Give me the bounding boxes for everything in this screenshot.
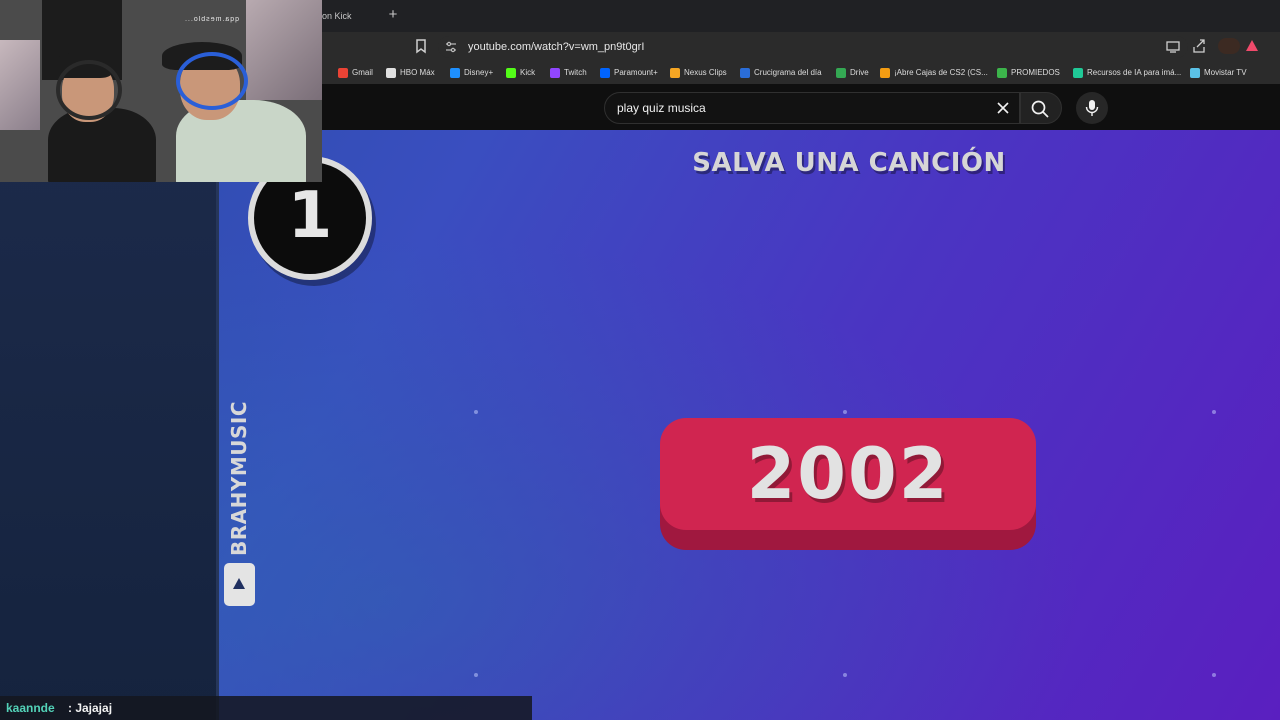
microphone-icon[interactable] [1084, 99, 1100, 117]
video-player[interactable] [0, 130, 1280, 720]
play-triangle-icon [233, 578, 245, 589]
bookmark-label: Crucigrama del día [754, 68, 822, 77]
bookmark-label: Gmail [352, 68, 373, 77]
disney-icon [450, 68, 460, 78]
webcam-overlay: qqa.mesblo... [0, 0, 322, 182]
video-headline: SALVA UNA CANCIÓN [692, 148, 1006, 178]
person-right-headset [176, 52, 248, 110]
brave-shield-icon[interactable] [1218, 38, 1240, 54]
bookmark-label: Movistar TV [1204, 68, 1247, 77]
chat-message: : Jajajaj [68, 701, 113, 715]
nexus-icon [670, 68, 680, 78]
bookmark-crucigrama-del-d-a[interactable]: Crucigrama del día [740, 65, 822, 81]
search-query-text[interactable]: play quiz musica [617, 100, 706, 116]
particle-dot [1212, 673, 1216, 677]
particle-dot [843, 410, 847, 414]
bookmark-paramount[interactable]: Paramount+ [600, 65, 658, 81]
bookmark-label: Drive [850, 68, 869, 77]
year-text: 2002 [746, 433, 950, 515]
bookmark-label: Twitch [564, 68, 587, 77]
ai-icon [1073, 68, 1083, 78]
channel-watermark: BRAHYMUSIC [227, 400, 251, 556]
gmail-icon [338, 68, 348, 78]
video-side-panel [0, 130, 219, 720]
bookmark-drive[interactable]: Drive [836, 65, 869, 81]
cast-icon[interactable] [1165, 38, 1181, 54]
drive-icon [836, 68, 846, 78]
clear-search-icon[interactable] [994, 99, 1012, 117]
movistar-icon [1190, 68, 1200, 78]
bookmark-label: HBO Máx [400, 68, 435, 77]
twitch-icon [550, 68, 560, 78]
bookmark-abre-cajas-de-cs2-cs[interactable]: ¡Abre Cajas de CS2 (CS... [880, 65, 988, 81]
bookmark-kick[interactable]: Kick [506, 65, 535, 81]
bookmark-label: Nexus Clips [684, 68, 727, 77]
bookmark-movistar-tv[interactable]: Movistar TV [1190, 65, 1247, 81]
bookmark-recursos-de-ia-para-im[interactable]: Recursos de IA para imá... [1073, 65, 1181, 81]
bookmark-nexus-clips[interactable]: Nexus Clips [670, 65, 727, 81]
bookmark-gmail[interactable]: Gmail [338, 65, 373, 81]
share-icon[interactable] [1191, 38, 1207, 54]
crossword-icon [740, 68, 750, 78]
bookmark-icon[interactable] [414, 38, 428, 54]
paramount-icon [600, 68, 610, 78]
particle-dot [1212, 410, 1216, 414]
bookmark-label: ¡Abre Cajas de CS2 (CS... [894, 68, 988, 77]
bookmark-label: Kick [520, 68, 536, 77]
screen: on Kick + youtube.com/watch?v=wm_pn9t0gr… [0, 0, 1280, 720]
person-left-headset [56, 60, 122, 120]
bookmark-label: Recursos de IA para imá... [1087, 68, 1182, 77]
webcam-poster [246, 0, 322, 100]
bookmark-label: PROMIEDOS [1011, 68, 1060, 77]
bookmark-label: Disney+ [464, 68, 494, 77]
webcam-wall-text: qqa.mesblo... [184, 16, 240, 23]
bookmark-disney[interactable]: Disney+ [450, 65, 493, 81]
particle-dot [474, 410, 478, 414]
bookmark-twitch[interactable]: Twitch [550, 65, 587, 81]
kick-icon [506, 68, 516, 78]
browser-tab[interactable]: on Kick [322, 6, 352, 26]
new-tab-button[interactable]: + [386, 5, 400, 25]
cs2-icon [880, 68, 890, 78]
brave-rewards-icon[interactable] [1246, 40, 1258, 51]
hbo-icon [386, 68, 396, 78]
promiedos-icon [997, 68, 1007, 78]
chat-username: kaannde [6, 701, 55, 715]
site-settings-icon[interactable] [444, 40, 458, 54]
webcam-poster [0, 40, 40, 130]
bookmark-hbo-m-x[interactable]: HBO Máx [386, 65, 435, 81]
url-text[interactable]: youtube.com/watch?v=wm_pn9t0grI [468, 39, 644, 55]
search-icon[interactable] [1030, 99, 1050, 119]
bookmark-promiedos[interactable]: PROMIEDOS [997, 65, 1060, 81]
bookmark-label: Paramount+ [614, 68, 658, 77]
person-left-body [48, 108, 156, 182]
particle-dot [474, 673, 478, 677]
panel-divider [216, 130, 219, 720]
particle-dot [843, 673, 847, 677]
